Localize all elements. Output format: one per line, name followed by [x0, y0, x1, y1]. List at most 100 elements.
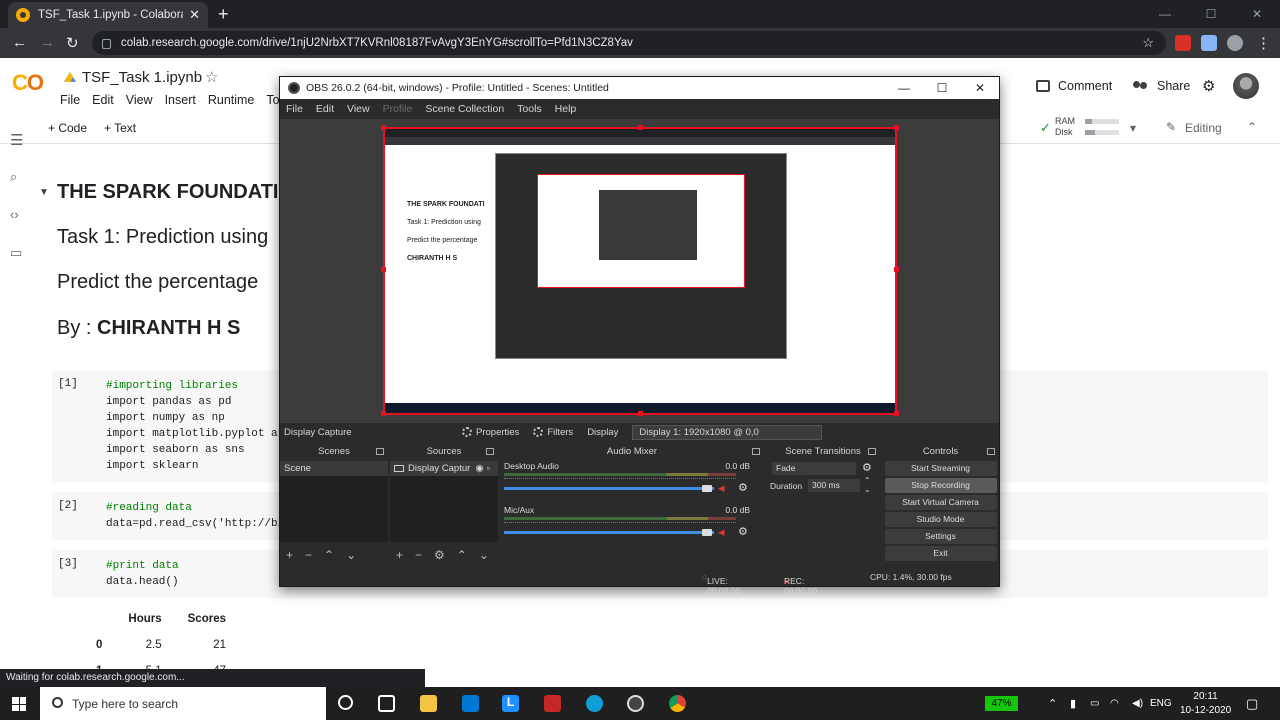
- speaker-icon[interactable]: ◀: [718, 483, 725, 494]
- share-button[interactable]: Share: [1133, 79, 1190, 93]
- obs-preview[interactable]: THE SPARK FOUNDATI Task 1: Prediction us…: [280, 119, 999, 423]
- obs-menu-file[interactable]: File: [286, 103, 303, 115]
- url-field[interactable]: colab.research.google.com/drive/1njU2Nrb…: [92, 31, 1166, 55]
- editing-mode[interactable]: Editing: [1185, 121, 1222, 135]
- undock-icon[interactable]: [376, 448, 384, 455]
- comment-button[interactable]: Comment: [1036, 79, 1112, 93]
- obs-menu-profile[interactable]: Profile: [383, 103, 413, 115]
- edge-icon[interactable]: [586, 695, 603, 712]
- transition-select[interactable]: Fade: [772, 462, 856, 475]
- menu-file[interactable]: File: [60, 93, 80, 107]
- table-of-contents-icon[interactable]: ☰: [10, 131, 23, 149]
- maximize-icon[interactable]: ☐: [1188, 0, 1234, 28]
- app-l-icon[interactable]: L: [502, 695, 519, 712]
- speaker-icon[interactable]: ◀: [718, 527, 725, 538]
- tab-close-icon[interactable]: ✕: [189, 7, 200, 23]
- notebook-title[interactable]: TSF_Task 1.ipynb: [64, 69, 202, 86]
- add-code-button[interactable]: + Code: [48, 121, 87, 135]
- section-collapse-icon[interactable]: ▼: [39, 187, 49, 198]
- star-icon[interactable]: ☆: [205, 68, 218, 86]
- profile-avatar-icon[interactable]: [1227, 35, 1243, 51]
- resources-dropdown-icon[interactable]: ▾: [1130, 121, 1136, 135]
- volume-fader[interactable]: [504, 531, 714, 534]
- lock-icon[interactable]: ▫: [487, 463, 490, 474]
- file-explorer-icon[interactable]: [420, 695, 437, 712]
- obs-menu-edit[interactable]: Edit: [316, 103, 334, 115]
- notifications-icon[interactable]: ▢: [1246, 687, 1258, 720]
- settings-button[interactable]: Settings: [884, 529, 997, 544]
- obs-maximize-icon[interactable]: ☐: [923, 77, 961, 99]
- resize-handle[interactable]: [381, 267, 386, 272]
- undock-icon[interactable]: [752, 448, 760, 455]
- battery-icon[interactable]: ▭: [1090, 687, 1099, 720]
- code-snippets-icon[interactable]: ‹›: [10, 207, 19, 222]
- menu-view[interactable]: View: [126, 93, 153, 107]
- menu-runtime[interactable]: Runtime: [208, 93, 255, 107]
- cell-code[interactable]: #importing libraries import pandas as pd…: [106, 378, 304, 474]
- duration-stepper-icon[interactable]: ⌃ ⌄: [864, 476, 871, 494]
- undock-icon[interactable]: [486, 448, 494, 455]
- properties-button[interactable]: Properties: [462, 427, 519, 438]
- resize-handle[interactable]: [638, 125, 643, 130]
- obs-title-bar[interactable]: OBS 26.0.2 (64-bit, windows) - Profile: …: [280, 77, 999, 99]
- volume-fader-handle[interactable]: [702, 529, 712, 536]
- avatar[interactable]: [1233, 73, 1259, 99]
- collapse-header-icon[interactable]: ⌃: [1247, 120, 1257, 134]
- source-settings-icon[interactable]: ⚙: [434, 548, 445, 562]
- forward-icon[interactable]: →: [40, 34, 55, 51]
- mail-icon[interactable]: [462, 695, 479, 712]
- new-tab-icon[interactable]: +: [218, 5, 229, 23]
- start-virtual-camera-button[interactable]: Start Virtual Camera: [884, 495, 997, 510]
- move-down-icon[interactable]: ⌄: [479, 548, 489, 562]
- obs-taskbar-icon[interactable]: [627, 695, 644, 712]
- close-icon[interactable]: ✕: [1234, 0, 1280, 28]
- cell-code[interactable]: #print data data.head(): [106, 558, 179, 590]
- duration-field[interactable]: 300 ms: [808, 479, 860, 492]
- battery-indicator[interactable]: 47%: [985, 696, 1018, 711]
- windows-start-icon[interactable]: [12, 697, 26, 711]
- cell-code[interactable]: #reading data data=pd.read_csv('http://b…: [106, 500, 304, 532]
- undock-icon[interactable]: [987, 448, 995, 455]
- menu-edit[interactable]: Edit: [92, 93, 114, 107]
- add-source-icon[interactable]: +: [396, 548, 403, 562]
- back-icon[interactable]: ←: [12, 34, 27, 51]
- volume-fader[interactable]: [504, 487, 714, 490]
- resize-handle[interactable]: [381, 125, 386, 130]
- task-view-icon[interactable]: [378, 695, 395, 712]
- filters-button[interactable]: Filters: [533, 427, 573, 438]
- obs-menu-help[interactable]: Help: [555, 103, 577, 115]
- resize-handle[interactable]: [381, 411, 386, 416]
- exit-button[interactable]: Exit: [884, 546, 997, 561]
- obs-menu-tools[interactable]: Tools: [517, 103, 542, 115]
- ram-disk-indicator[interactable]: RAM Disk: [1055, 116, 1075, 138]
- settings-gear-icon[interactable]: ⚙: [1202, 77, 1215, 95]
- reload-icon[interactable]: ↻: [66, 34, 79, 52]
- resize-handle[interactable]: [638, 411, 643, 416]
- show-hidden-icons-icon[interactable]: ⌃: [1048, 687, 1057, 720]
- extensions-puzzle-icon[interactable]: [1201, 35, 1217, 51]
- remove-scene-icon[interactable]: −: [305, 548, 312, 562]
- system-clock[interactable]: 20:11 10-12-2020: [1180, 690, 1231, 718]
- start-streaming-button[interactable]: Start Streaming: [884, 461, 997, 476]
- volume-fader-handle[interactable]: [702, 485, 712, 492]
- visibility-eye-icon[interactable]: ◉: [475, 463, 483, 474]
- chrome-icon[interactable]: [669, 695, 686, 712]
- display-select[interactable]: Display 1: 1920x1080 @ 0,0: [632, 424, 823, 440]
- move-up-icon[interactable]: ⌃: [457, 548, 467, 562]
- scene-item[interactable]: Scene: [280, 461, 388, 476]
- resize-handle[interactable]: [894, 267, 899, 272]
- bookmark-star-icon[interactable]: ☆: [1142, 35, 1154, 51]
- resize-handle[interactable]: [894, 125, 899, 130]
- microphone-icon[interactable]: ▮: [1070, 687, 1076, 720]
- resize-handle[interactable]: [894, 411, 899, 416]
- volume-icon[interactable]: ◀): [1132, 687, 1143, 720]
- display-capture-preview[interactable]: THE SPARK FOUNDATI Task 1: Prediction us…: [383, 127, 897, 415]
- undock-icon[interactable]: [868, 448, 876, 455]
- obs-minimize-icon[interactable]: —: [885, 77, 923, 99]
- taskbar-search-input[interactable]: Type here to search: [40, 687, 326, 720]
- extension-shield-icon[interactable]: [1175, 35, 1191, 51]
- stop-recording-button[interactable]: Stop Recording: [884, 478, 997, 493]
- antivirus-icon[interactable]: [544, 695, 561, 712]
- move-down-icon[interactable]: ⌄: [346, 548, 356, 562]
- obs-menu-scene-collection[interactable]: Scene Collection: [425, 103, 504, 115]
